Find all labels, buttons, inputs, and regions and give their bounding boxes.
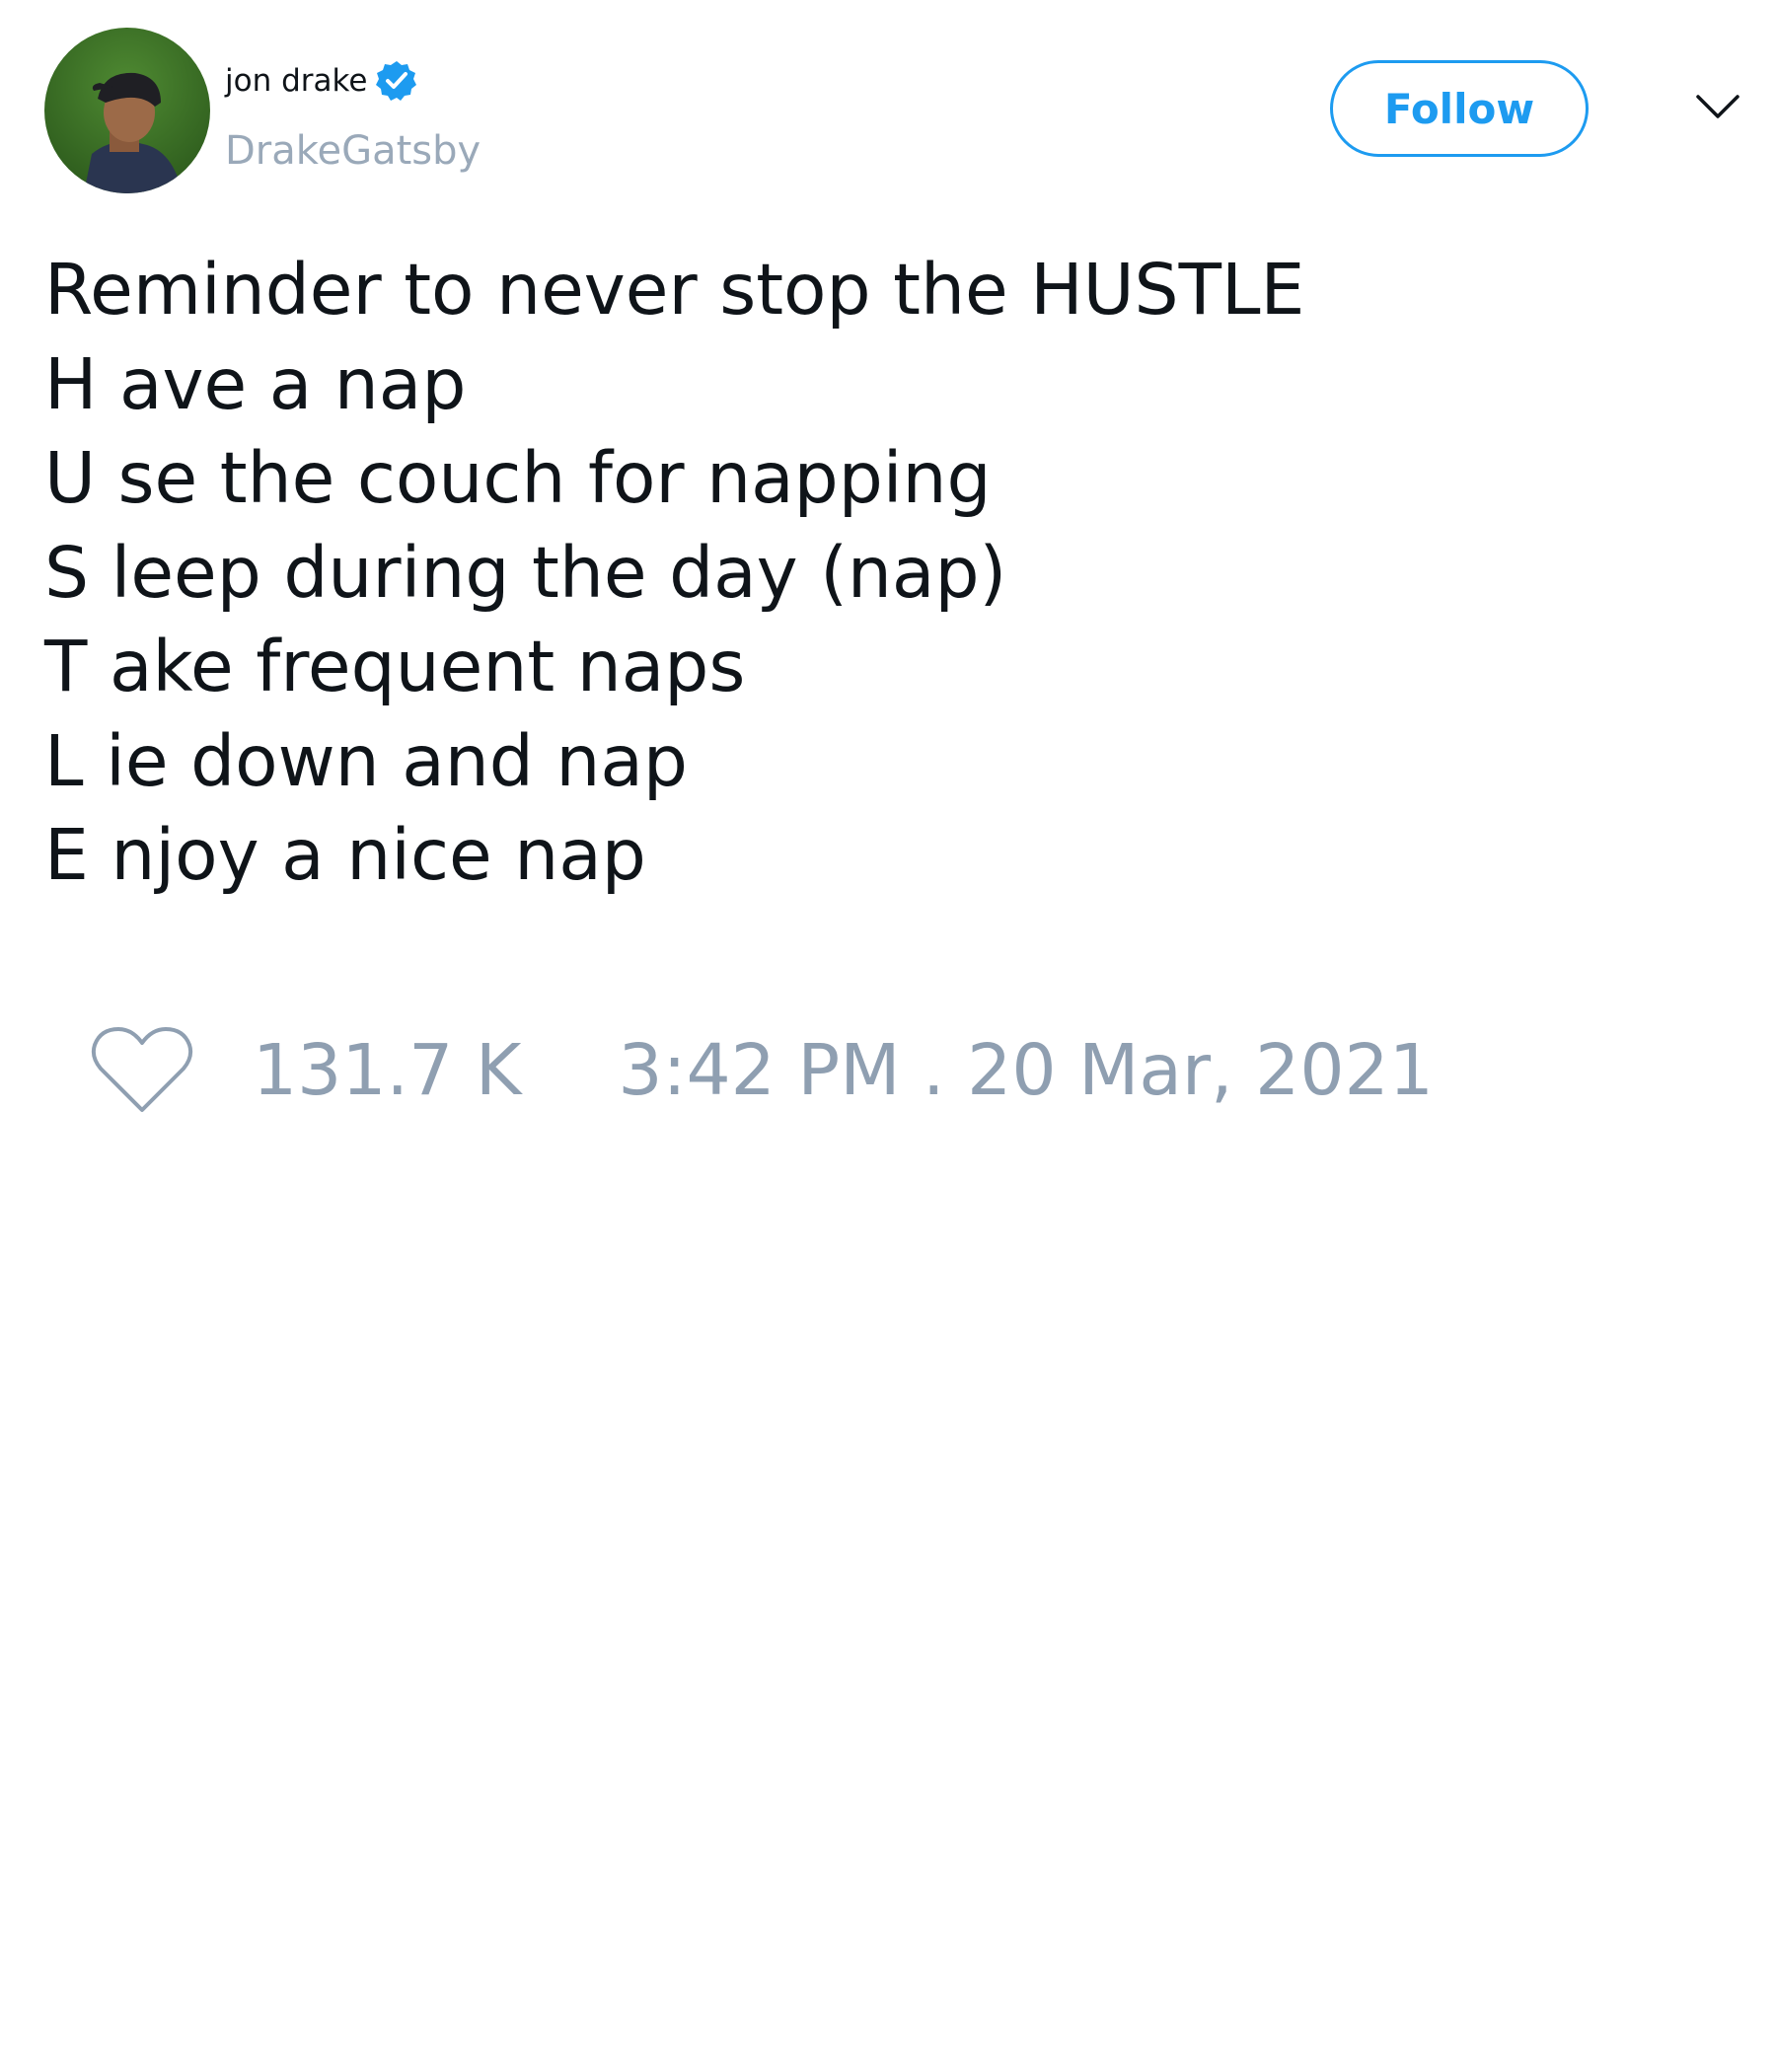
- tweet-footer: 131.7 K 3:42 PM . 20 Mar, 2021: [89, 1011, 1434, 1130]
- display-name[interactable]: jon drake: [225, 61, 367, 101]
- author-name-row[interactable]: jon drake: [225, 59, 418, 103]
- avatar-image: [44, 28, 210, 193]
- tweet-line: U se the couch for napping: [44, 437, 992, 519]
- chevron-down-icon[interactable]: [1692, 87, 1743, 126]
- user-handle[interactable]: DrakeGatsby: [225, 126, 481, 176]
- like-count[interactable]: 131.7 K: [253, 1026, 521, 1115]
- tweet-line: H ave a nap: [44, 342, 467, 425]
- verified-badge-icon: [375, 59, 418, 103]
- tweet-line: L ie down and nap: [44, 719, 688, 802]
- tweet-line: T ake frequent naps: [44, 626, 746, 707]
- follow-button[interactable]: Follow: [1330, 60, 1589, 157]
- heart-icon[interactable]: [89, 1023, 195, 1118]
- tweet-line: E njoy a nice nap: [44, 814, 646, 896]
- tweet-line: S leep during the day (nap): [44, 531, 1007, 614]
- avatar[interactable]: [44, 28, 210, 193]
- tweet-line: Reminder to never stop the HUSTLE: [44, 249, 1305, 331]
- timestamp[interactable]: 3:42 PM . 20 Mar, 2021: [618, 1026, 1433, 1115]
- tweet-text: Reminder to never stop the HUSTLE H ave …: [44, 243, 1722, 903]
